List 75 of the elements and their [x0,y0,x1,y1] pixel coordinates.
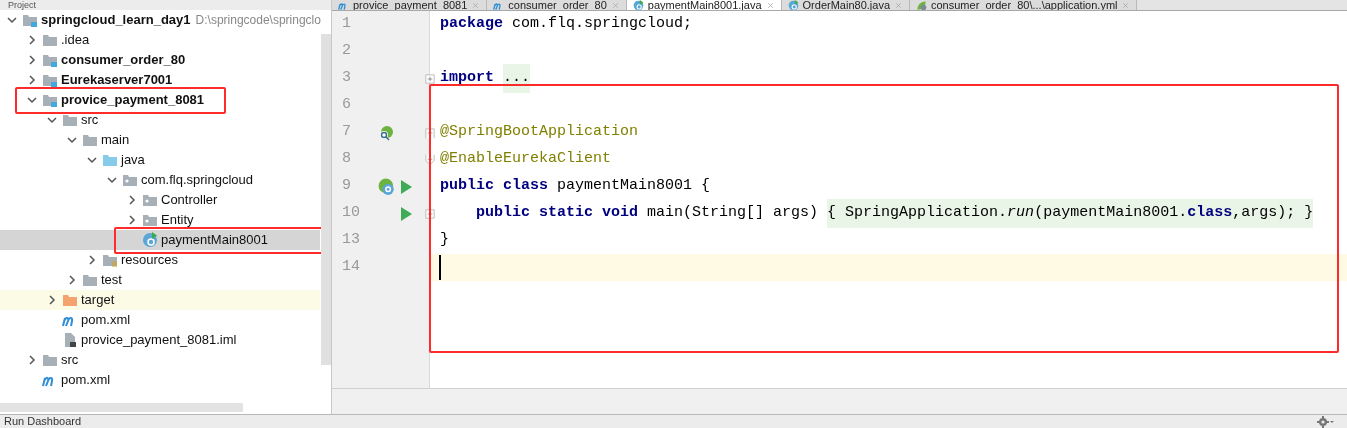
line-number: 13 [341,230,361,251]
code-line: import ... [430,65,531,92]
tree-item-label[interactable]: provice_payment_8081 [61,90,205,110]
package-icon [142,192,158,208]
tree-item-label[interactable]: java [121,150,145,170]
tree-item-label[interactable]: Controller [161,190,218,210]
close-icon [471,1,481,10]
line-number: 10 [341,203,361,224]
tree-item-label[interactable]: pom.xml [61,370,111,390]
tree-item-label[interactable]: target [81,290,115,310]
module-folder-icon [22,12,38,28]
close-icon [894,1,903,10]
line-number: 14 [341,257,361,278]
tree-item-label[interactable]: springcloud_learn_day1 [41,10,191,30]
scrollbar-thumb[interactable] [321,34,331,365]
class-icon[interactable] [378,177,396,196]
bean-icon[interactable] [378,124,394,141]
line-number: 6 [341,95,352,116]
panel-title: Project [8,0,36,10]
code-line: package com.flq.springcloud; [439,14,693,35]
code-line: } [439,230,449,251]
tree-item-label[interactable]: .idea [61,30,90,50]
folder-icon [102,152,118,168]
close-icon [610,1,620,10]
fold-expand-icon[interactable] [424,207,436,220]
text-cursor [439,255,441,280]
folder-icon [62,112,78,128]
folder-icon [82,272,98,288]
line-number: 8 [341,149,352,170]
tree-item-label[interactable]: resources [121,250,179,270]
path-label: D:\springcode\springclo [195,12,321,29]
code-line: @EnableEurekaClient [439,149,612,170]
tree-item-label[interactable]: pom.xml [81,310,131,330]
package-icon [122,172,138,188]
tree-item-label[interactable]: Entity [161,210,194,230]
code-line: public class paymentMain8001 { [439,176,711,197]
tree-item-label[interactable]: paymentMain8001 [161,230,268,250]
folder-icon [82,132,98,148]
tree-item-label[interactable]: Eurekaserver7001 [61,70,173,90]
close-icon [1121,1,1131,10]
fold-end-icon[interactable] [424,153,436,166]
tree-item-label[interactable]: consumer_order_80 [61,50,186,70]
fold-expand-icon[interactable] [424,72,436,85]
file-icon [62,332,78,348]
fold-collapse-icon[interactable] [424,126,436,139]
close-icon [765,1,775,10]
folder-icon [62,292,78,308]
folder-icon [42,352,58,368]
module-folder-icon [42,92,58,108]
code-line: @SpringBootApplication [439,122,639,143]
resources-folder-icon [102,252,118,268]
tree-item-label[interactable]: com.flq.springcloud [141,170,253,190]
tree-item-label[interactable]: src [61,350,79,370]
scrollbar-thumb[interactable] [0,403,243,412]
run-icon[interactable] [398,205,414,222]
run-icon[interactable] [398,178,414,195]
package-icon [142,212,158,228]
spring-file-icon [916,0,927,10]
line-number: 1 [341,14,352,35]
module-folder-icon [42,52,58,68]
tree-item-label[interactable]: src [81,110,99,130]
line-number: 9 [341,176,352,197]
settings-icon[interactable] [1317,415,1335,428]
tree-item-label[interactable]: main [101,130,130,150]
line-number: 2 [341,41,352,62]
class-icon [142,232,158,248]
tree-row[interactable]: target [0,290,320,310]
tool-window-label[interactable]: Run Dashboard [4,416,82,427]
module-folder-icon [42,72,58,88]
maven-file-icon [338,0,349,10]
folder-icon [42,32,58,48]
line-number: 7 [341,122,352,143]
line-number: 3 [341,68,352,89]
tree-item-label[interactable]: test [101,270,122,290]
tree-item-label[interactable]: provice_payment_8081.iml [81,330,237,350]
